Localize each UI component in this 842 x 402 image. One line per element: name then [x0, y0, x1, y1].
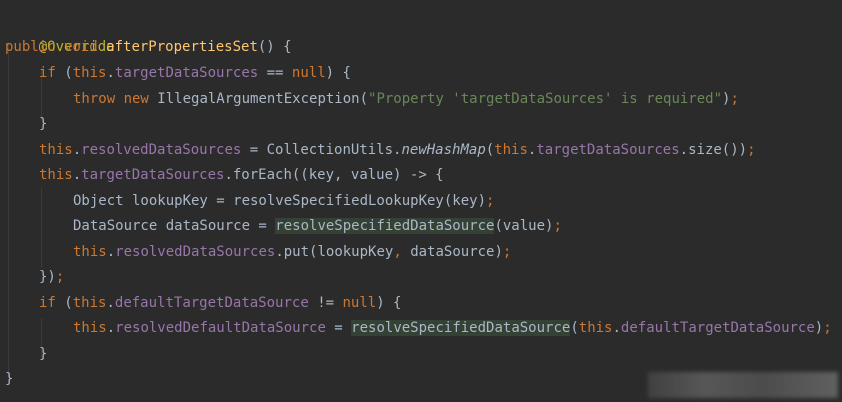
field: targetDataSources: [536, 142, 680, 158]
code-line[interactable]: });: [39, 265, 842, 290]
highlighted-usage: resolveSpecifiedDataSource: [351, 320, 571, 336]
code-text: !=: [308, 295, 343, 311]
code-text: DataSource dataSource =: [73, 218, 276, 234]
field: targetDataSources: [114, 65, 259, 81]
code-editor[interactable]: @Override public void afterPropertiesSet…: [0, 0, 842, 402]
code-line[interactable]: this.resolvedDataSources.put(lookupKey, …: [73, 240, 842, 265]
field: defaultTargetDataSource: [620, 320, 815, 336]
code-line[interactable]: throw new IllegalArgumentException("Prop…: [73, 87, 842, 112]
keyword: if: [39, 65, 65, 81]
code-text: }: [39, 116, 48, 132]
keyword: this: [73, 244, 107, 260]
code-line[interactable]: if (this.targetDataSources == null) {: [39, 61, 842, 86]
code-text: .: [72, 142, 82, 158]
code-text: .forEach((key, value) -> {: [224, 167, 444, 183]
semicolon: ;: [823, 320, 832, 336]
code-text: (: [64, 295, 73, 311]
code-line[interactable]: public void afterPropertiesSet() {: [5, 35, 842, 60]
code-text: dataSource): [401, 244, 503, 260]
keyword: this: [39, 167, 73, 183]
semicolon: ;: [730, 91, 739, 107]
code-text: .: [72, 167, 82, 183]
code-text: ): [814, 320, 824, 336]
semicolon: ;: [486, 193, 495, 209]
code-text: ) {: [376, 295, 402, 311]
code-text: ==: [258, 65, 292, 81]
code-text: .: [106, 295, 115, 311]
code-text: .: [612, 320, 621, 336]
keyword: this: [578, 320, 613, 336]
method-name: afterPropertiesSet: [106, 39, 258, 55]
code-text: .: [106, 65, 115, 81]
code-line[interactable]: this.targetDataSources.forEach((key, val…: [39, 163, 842, 188]
field: resolvedDefaultDataSource: [115, 320, 326, 336]
semicolon: ;: [747, 142, 756, 158]
code-text: .: [106, 244, 116, 260]
semicolon: ;: [55, 269, 65, 285]
keyword: null: [291, 65, 326, 81]
field: resolvedDataSources: [81, 142, 242, 158]
code-text: }): [39, 269, 56, 285]
highlighted-usage: resolveSpecifiedDataSource: [275, 218, 495, 234]
keyword: this: [72, 295, 107, 311]
keyword: this: [494, 142, 528, 158]
code-text: Object lookupKey = resolveSpecifiedLooku…: [73, 193, 487, 209]
code-text: = CollectionUtils.: [241, 142, 402, 158]
comma: ,: [393, 244, 402, 260]
keyword: if: [39, 295, 65, 311]
code-line[interactable]: }: [39, 112, 842, 137]
code-text: () {: [257, 39, 292, 55]
code-line[interactable]: if (this.defaultTargetDataSource != null…: [39, 291, 842, 316]
code-text: ) {: [325, 65, 351, 81]
string-literal: "Property 'targetDataSources' is require…: [368, 91, 723, 107]
keyword: this: [73, 320, 107, 336]
code-text: (: [64, 65, 73, 81]
field: defaultTargetDataSource: [114, 295, 309, 311]
code-text: .: [106, 320, 116, 336]
code-text: (value): [494, 218, 554, 234]
semicolon: ;: [502, 244, 512, 260]
code-text: .put(lookupKey: [275, 244, 394, 260]
keyword: throw new: [73, 91, 158, 107]
code-text: .size()): [679, 142, 748, 158]
code-text: (: [485, 142, 495, 158]
field: resolvedDataSources: [115, 244, 276, 260]
semicolon: ;: [553, 218, 562, 234]
code-line[interactable]: Object lookupKey = resolveSpecifiedLooku…: [73, 189, 842, 214]
code-text: =: [325, 320, 352, 336]
code-text: }: [39, 346, 48, 362]
keyword: public void: [5, 39, 107, 55]
blurred-watermark: [648, 372, 838, 398]
static-method: newHashMap: [401, 142, 486, 158]
indent-guide: [41, 188, 42, 268]
code-text: (: [570, 320, 579, 336]
code-text: IllegalArgumentException(: [157, 91, 369, 107]
keyword: this: [39, 142, 73, 158]
code-line[interactable]: }: [39, 342, 842, 367]
code-line[interactable]: this.resolvedDataSources = CollectionUti…: [39, 138, 842, 163]
field: targetDataSources: [81, 167, 225, 183]
code-line[interactable]: @Override: [5, 10, 842, 55]
code-line[interactable]: DataSource dataSource = resolveSpecified…: [73, 214, 842, 239]
keyword: this: [72, 65, 107, 81]
indent-guide: [8, 42, 9, 377]
code-text: }: [5, 371, 14, 387]
code-line[interactable]: this.resolvedDefaultDataSource = resolve…: [73, 316, 842, 341]
keyword: null: [342, 295, 377, 311]
